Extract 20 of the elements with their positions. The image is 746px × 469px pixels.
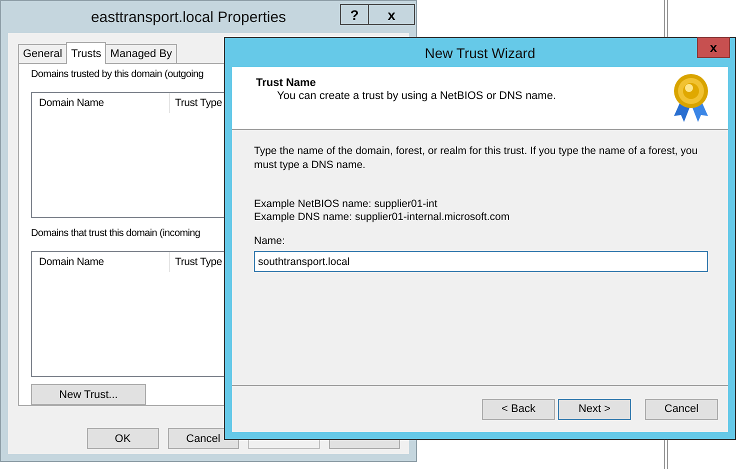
field-label: Name: bbox=[254, 235, 285, 247]
window-title: New Trust Wizard bbox=[424, 44, 536, 60]
wizard-button[interactable]: Next > bbox=[558, 398, 631, 420]
tab[interactable]: General bbox=[18, 44, 68, 63]
section-label: Domains that trust this domain (incoming bbox=[31, 228, 200, 240]
column-header[interactable]: Domain Name bbox=[32, 252, 170, 272]
window-title: easttransport.local Properties bbox=[90, 8, 288, 26]
column-header[interactable]: Domain Name bbox=[32, 93, 170, 113]
section-label: Domains trusted by this domain (outgoing bbox=[31, 69, 204, 80]
wizard-button[interactable]: < Back bbox=[482, 398, 555, 420]
tab[interactable]: Managed By bbox=[105, 44, 178, 63]
wizard-button[interactable]: Cancel bbox=[645, 398, 718, 420]
tab[interactable]: Trusts bbox=[66, 42, 106, 64]
help-button[interactable]: ? bbox=[340, 4, 369, 25]
dialog-button[interactable]: OK bbox=[87, 428, 158, 449]
new-trust-button[interactable]: New Trust... bbox=[31, 384, 146, 405]
name-field[interactable]: southtransport.local bbox=[254, 251, 708, 272]
page-title: Trust Name bbox=[256, 77, 316, 89]
close-button[interactable]: x bbox=[697, 37, 730, 58]
close-button[interactable]: x bbox=[369, 4, 415, 25]
